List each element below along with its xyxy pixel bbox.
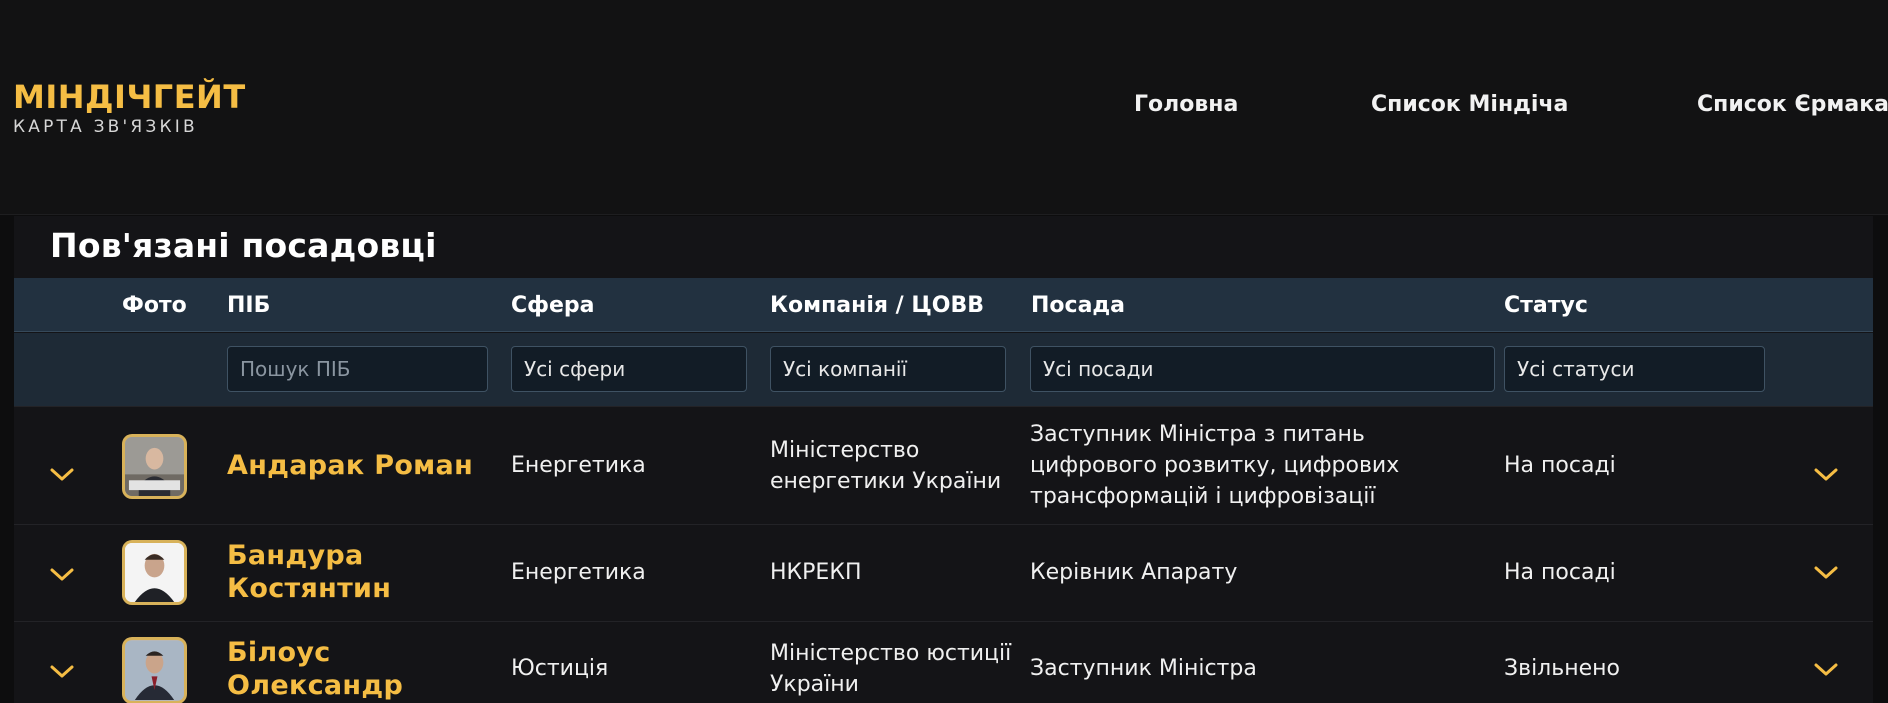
person-name[interactable]: Андарак Роман: [227, 449, 473, 482]
status-filter-select[interactable]: Усі статуси: [1504, 346, 1765, 392]
table-row[interactable]: Бандура Костянтин Енергетика НКРЕКП Кері…: [14, 524, 1873, 621]
position-cell: Керівник Апарату: [1030, 560, 1238, 585]
col-status[interactable]: Статус: [1504, 293, 1588, 318]
col-photo: Фото: [122, 293, 187, 318]
table-row[interactable]: Білоус Олександр Юстиція Міністерство юс…: [14, 621, 1873, 703]
position-cell: Заступник Міністра з питань цифрового ро…: [1030, 422, 1400, 509]
table-filters: Пошук ПІБ Усі сфери Усі компанії Усі пос…: [14, 333, 1873, 406]
nav-yermak-list[interactable]: Список Єрмака: [1697, 92, 1888, 117]
sphere-cell: Юстиція: [511, 656, 609, 681]
col-company[interactable]: Компанія / ЦОВВ: [770, 293, 984, 318]
position-cell: Заступник Міністра: [1030, 656, 1257, 681]
name-search-input[interactable]: Пошук ПІБ: [227, 346, 488, 392]
col-sphere[interactable]: Сфера: [511, 293, 595, 318]
status-cell: Звільнено: [1504, 656, 1620, 681]
status-cell: На посаді: [1504, 560, 1616, 585]
logo-subtitle: КАРТА ЗВ'ЯЗКІВ: [13, 117, 198, 137]
table-row[interactable]: Андарак Роман Енергетика Міністерство ен…: [14, 406, 1873, 524]
sphere-filter-select[interactable]: Усі сфери: [511, 346, 747, 392]
nav-home[interactable]: Головна: [1134, 92, 1238, 117]
col-name[interactable]: ПІБ: [227, 293, 270, 318]
avatar: [122, 434, 187, 499]
avatar: [122, 637, 187, 703]
officials-panel: Пов'язані посадовці Фото ПІБ Сфера Компа…: [14, 216, 1873, 703]
status-cell: На посаді: [1504, 453, 1616, 478]
avatar: [122, 540, 187, 605]
nav-mindich-list[interactable]: Список Міндіча: [1371, 92, 1568, 117]
chevron-down-icon[interactable]: [1813, 464, 1839, 484]
chevron-down-icon[interactable]: [1813, 659, 1839, 679]
sphere-cell: Енергетика: [511, 560, 646, 585]
table-header: Фото ПІБ Сфера Компанія / ЦОВВ Посада Ст…: [14, 278, 1873, 332]
section-title: Пов'язані посадовці: [50, 226, 437, 265]
sphere-cell: Енергетика: [511, 453, 646, 478]
company-filter-select[interactable]: Усі компанії: [770, 346, 1006, 392]
company-cell: Міністерство енергетики України: [770, 438, 1002, 494]
col-position[interactable]: Посада: [1031, 293, 1125, 318]
chevron-down-icon[interactable]: [49, 464, 75, 484]
chevron-down-icon[interactable]: [49, 564, 75, 584]
logo[interactable]: МІНДІЧГЕЙТ КАРТА ЗВ'ЯЗКІВ: [13, 78, 246, 137]
logo-title: МІНДІЧГЕЙТ: [13, 78, 246, 116]
chevron-down-icon[interactable]: [49, 661, 75, 681]
company-cell: НКРЕКП: [770, 560, 862, 585]
person-name[interactable]: Бандура Костянтин: [227, 539, 497, 605]
chevron-down-icon[interactable]: [1813, 562, 1839, 582]
person-name[interactable]: Білоус Олександр: [227, 636, 497, 702]
position-filter-select[interactable]: Усі посади: [1030, 346, 1495, 392]
company-cell: Міністерство юстиції України: [770, 641, 1012, 697]
site-header: МІНДІЧГЕЙТ КАРТА ЗВ'ЯЗКІВ Головна Список…: [0, 0, 1888, 215]
